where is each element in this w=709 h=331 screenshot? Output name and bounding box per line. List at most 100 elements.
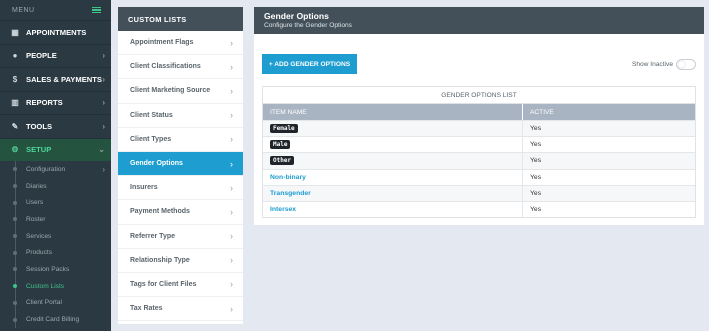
show-inactive-label: Show Inactive xyxy=(631,61,673,68)
submenu-item-label: Products xyxy=(26,249,53,257)
nav-menu-header: MENU xyxy=(0,0,111,20)
list-item-label: Client Marketing Source xyxy=(130,87,211,95)
add-gender-options-button[interactable]: + ADD GENDER OPTIONS xyxy=(262,54,357,74)
submenu-item-users[interactable]: Users xyxy=(13,194,111,211)
chevron-right-icon: › xyxy=(102,98,105,108)
chevron-right-icon: › xyxy=(230,85,233,96)
nav-item-label: PEOPLE xyxy=(26,51,57,61)
list-item-label: Client Classifications xyxy=(130,63,201,71)
submenu-item-label: Users xyxy=(26,199,44,207)
list-item-label: Insurers xyxy=(130,184,158,192)
list-item-tags-for-client-files[interactable]: Tags for Client Files › xyxy=(118,273,243,298)
submenu-item-custom-lists[interactable]: Custom Lists xyxy=(13,278,111,295)
item-name-cell: Intersex xyxy=(263,201,523,218)
list-item-label: Client Status xyxy=(130,111,173,119)
submenu-item-diaries[interactable]: Diaries xyxy=(13,178,111,195)
submenu-item-label: Client Portal xyxy=(26,299,62,307)
setup-submenu: Configuration › Diaries Users Roster Serv… xyxy=(0,161,111,328)
chevron-right-icon: › xyxy=(102,51,105,61)
item-name[interactable]: Female xyxy=(270,124,298,134)
active-cell: Yes xyxy=(530,189,542,197)
bullet-icon xyxy=(13,217,17,222)
chevron-down-icon: ⌄ xyxy=(98,145,105,155)
bullet-icon xyxy=(13,267,17,272)
item-name-cell: Transgender xyxy=(263,185,523,201)
table-row[interactable]: Female Yes xyxy=(263,120,695,137)
submenu-item-client-portal[interactable]: Client Portal xyxy=(13,295,111,312)
item-name[interactable]: Male xyxy=(270,140,291,150)
dollar-icon: $ xyxy=(12,74,18,84)
submenu-item-label: Credit Card Billing xyxy=(26,316,80,324)
chevron-right-icon: › xyxy=(102,74,105,84)
submenu-item-products[interactable]: Products xyxy=(13,244,111,261)
active-cell: Yes xyxy=(530,157,542,165)
menu-label: MENU xyxy=(12,6,35,14)
list-item-relationship-type[interactable]: Relationship Type › xyxy=(118,249,243,273)
table-row[interactable]: Non-binary Yes xyxy=(263,168,695,185)
page-title: Gender Options xyxy=(264,11,329,21)
table-row[interactable]: Other Yes xyxy=(263,152,695,169)
nav-item-sales-payments[interactable]: $ SALES & PAYMENTS › xyxy=(0,67,111,91)
column-header-active[interactable]: ACTIVE xyxy=(523,104,695,120)
nav-item-appointments[interactable]: ▦ APPOINTMENTS xyxy=(0,20,111,44)
list-item-label: Appointment Flags xyxy=(130,39,194,47)
item-name[interactable]: Other xyxy=(270,156,295,166)
show-inactive-toggle[interactable] xyxy=(676,59,696,70)
bullet-icon xyxy=(13,167,17,172)
list-item-client-classifications[interactable]: Client Classifications › xyxy=(118,55,243,80)
nav-item-label: REPORTS xyxy=(26,98,63,108)
submenu-item-services[interactable]: Services xyxy=(13,228,111,245)
table-row[interactable]: Transgender Yes xyxy=(263,184,695,201)
nav-item-people[interactable]: ● PEOPLE › xyxy=(0,43,111,68)
calendar-icon: ▦ xyxy=(11,27,19,37)
list-item-label: Tags for Client Files xyxy=(130,280,197,288)
person-icon: ● xyxy=(12,51,18,61)
list-item-tax-rates[interactable]: Tax Rates › xyxy=(118,297,243,322)
list-item-insurers[interactable]: Insurers › xyxy=(118,176,243,201)
item-name[interactable]: Intersex xyxy=(270,206,296,213)
chart-icon: ▥ xyxy=(11,98,19,108)
column-header-item-name[interactable]: ITEM NAME xyxy=(263,104,523,120)
chevron-right-icon: › xyxy=(230,303,233,314)
list-item-referrer-type[interactable]: Referrer Type › xyxy=(118,225,243,249)
menu-toggle-icon[interactable] xyxy=(92,6,101,14)
list-item-client-types[interactable]: Client Types › xyxy=(118,128,243,152)
bullet-icon xyxy=(13,250,17,255)
submenu-item-credit-card-billing[interactable]: Credit Card Billing xyxy=(13,311,111,328)
bullet-icon xyxy=(13,234,17,239)
list-item-payment-methods[interactable]: Payment Methods › xyxy=(118,200,243,225)
table-row[interactable]: Male Yes xyxy=(263,136,695,153)
list-item-label: Referrer Type xyxy=(130,232,176,240)
table-body: Female Yes Male Yes Other Yes Non-binary… xyxy=(263,120,695,218)
bullet-icon xyxy=(13,184,17,189)
submenu-item-label: Configuration xyxy=(26,165,66,173)
submenu-item-roster[interactable]: Roster xyxy=(13,211,111,228)
list-item-gender-options[interactable]: Gender Options › xyxy=(118,151,243,177)
list-item-client-status[interactable]: Client Status › xyxy=(118,104,243,128)
submenu-item-session-packs[interactable]: Session Packs xyxy=(13,261,111,278)
list-item-client-marketing-source[interactable]: Client Marketing Source › xyxy=(118,79,243,104)
nav-item-reports[interactable]: ▥ REPORTS › xyxy=(0,90,111,115)
table-row[interactable]: Intersex Yes xyxy=(263,200,695,218)
submenu-item-label: Services xyxy=(26,232,52,240)
list-item-label: Tax Rates xyxy=(130,305,163,313)
nav-item-label: SETUP xyxy=(26,145,52,155)
nav-item-tools[interactable]: ✎ TOOLS › xyxy=(0,114,111,138)
custom-lists-title: CUSTOM LISTS xyxy=(118,7,243,31)
chevron-right-icon: › xyxy=(230,255,233,266)
chevron-right-icon: › xyxy=(230,279,233,290)
nav-item-setup[interactable]: ⚙ SETUP ⌄ xyxy=(0,137,111,161)
bullet-icon xyxy=(13,284,17,289)
list-item-label: Client Types xyxy=(130,135,172,143)
list-item-label: Payment Methods xyxy=(130,208,190,216)
submenu-item-configuration[interactable]: Configuration › xyxy=(13,161,111,178)
chevron-right-icon: › xyxy=(230,110,233,121)
active-cell: Yes xyxy=(530,141,542,149)
item-name[interactable]: Non-binary xyxy=(270,174,306,181)
table-caption: GENDER OPTIONS LIST xyxy=(263,87,695,104)
table-header: ITEM NAME ACTIVE xyxy=(263,104,695,120)
item-name[interactable]: Transgender xyxy=(270,190,311,197)
gear-icon: ⚙ xyxy=(11,145,19,155)
list-item-appointment-flags[interactable]: Appointment Flags › xyxy=(118,31,243,56)
list-item-label: Gender Options xyxy=(130,160,183,168)
